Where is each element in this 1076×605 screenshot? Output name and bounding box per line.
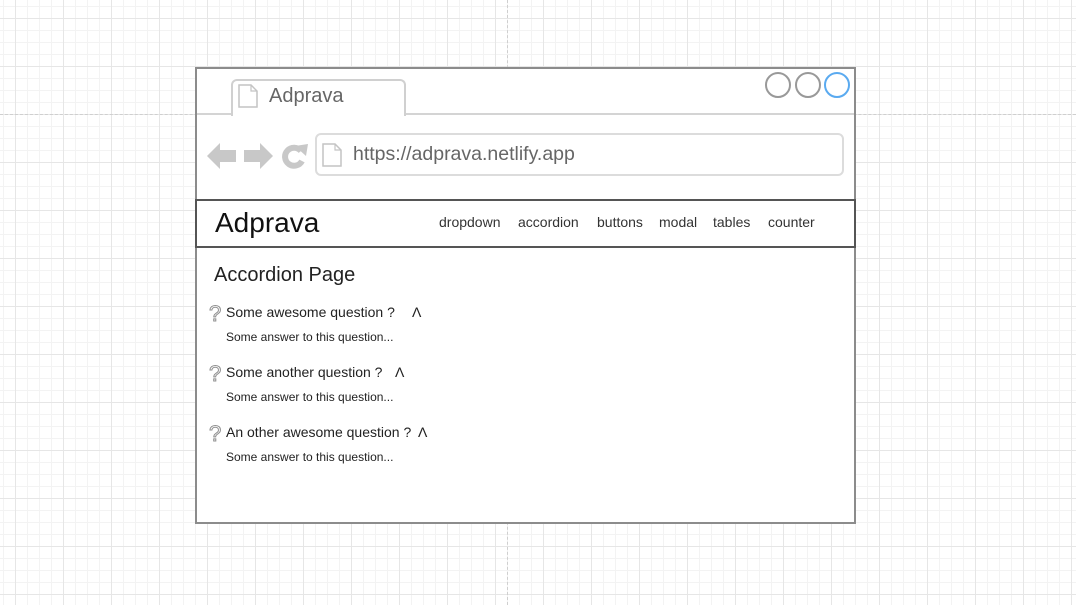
accordion-question[interactable]: Some awesome question ?: [226, 304, 395, 320]
svg-text:?: ?: [209, 303, 221, 323]
url-text[interactable]: https://adprava.netlify.app: [353, 142, 575, 166]
svg-text:?: ?: [209, 423, 221, 443]
window-close-button[interactable]: [824, 72, 850, 98]
nav-link-accordion[interactable]: accordion: [518, 214, 579, 230]
svg-text:?: ?: [209, 363, 221, 383]
question-icon: ?: [209, 423, 222, 443]
page-title: Accordion Page: [214, 264, 356, 286]
back-arrow-icon[interactable]: [207, 143, 237, 169]
chevron-up-icon[interactable]: Λ: [395, 364, 404, 380]
page-icon: [238, 84, 258, 108]
nav-link-buttons[interactable]: buttons: [597, 214, 643, 230]
question-icon: ?: [209, 303, 222, 323]
chevron-up-icon[interactable]: Λ: [412, 304, 421, 320]
site-brand[interactable]: Adprava: [215, 206, 319, 240]
question-icon: ?: [209, 363, 222, 383]
window-minimize-button[interactable]: [765, 72, 791, 98]
accordion-answer: Some answer to this question...: [226, 390, 394, 404]
nav-link-counter[interactable]: counter: [768, 214, 815, 230]
nav-link-tables[interactable]: tables: [713, 214, 750, 230]
accordion-question[interactable]: An other awesome question ?: [226, 424, 411, 440]
nav-link-modal[interactable]: modal: [659, 214, 697, 230]
window-maximize-button[interactable]: [795, 72, 821, 98]
chevron-up-icon[interactable]: Λ: [418, 424, 427, 440]
tab-title: Adprava: [269, 85, 344, 107]
page-icon: [322, 143, 342, 167]
accordion-answer: Some answer to this question...: [226, 450, 394, 464]
accordion-question[interactable]: Some another question ?: [226, 364, 382, 380]
accordion-answer: Some answer to this question...: [226, 330, 394, 344]
refresh-icon[interactable]: [281, 143, 308, 169]
forward-arrow-icon[interactable]: [244, 143, 274, 169]
nav-link-dropdown[interactable]: dropdown: [439, 214, 501, 230]
